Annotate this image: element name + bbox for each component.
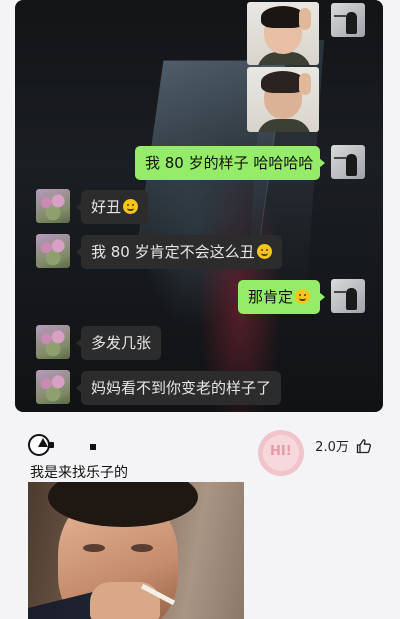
avatar-badge — [48, 442, 54, 448]
message-text: 多发几张 — [91, 334, 152, 352]
crying-man-meme[interactable] — [28, 482, 244, 619]
my-avatar[interactable] — [331, 3, 365, 37]
message-text: 我 80 岁肯定不会这么丑 — [91, 243, 255, 261]
chat-screenshot: 我 80 岁的样子 哈哈哈哈 好丑 我 80 岁肯定不会这么丑 那肯定 多发几张… — [15, 0, 383, 412]
message-bubble-received[interactable]: 我 80 岁肯定不会这么丑 — [76, 235, 282, 269]
mom-avatar[interactable] — [36, 325, 70, 359]
mom-avatar[interactable] — [36, 189, 70, 223]
sent-photo[interactable] — [247, 2, 319, 65]
message-bubble-received[interactable]: 好丑 — [75, 190, 149, 224]
thumbs-up-icon — [356, 439, 372, 454]
sent-photo-aged[interactable] — [247, 67, 319, 132]
stamp-decoration: HI! — [258, 430, 304, 476]
stamp-text: HI! — [270, 444, 292, 459]
like-count: 2.0万 — [315, 440, 349, 455]
commenter-name[interactable] — [90, 444, 96, 450]
smile-emoji — [123, 199, 139, 214]
my-avatar[interactable] — [331, 279, 365, 313]
message-bubble-received[interactable]: 多发几张 — [75, 326, 162, 360]
grin-emoji — [256, 244, 272, 259]
message-bubble-sent[interactable]: 那肯定 — [238, 280, 326, 314]
my-avatar[interactable] — [331, 145, 365, 179]
commenter-avatar[interactable] — [28, 434, 50, 456]
message-text: 我 80 岁的样子 哈哈哈哈 — [145, 154, 314, 172]
mom-avatar[interactable] — [36, 370, 70, 404]
comment: HI! 2.0万 我是来找乐子的 — [0, 412, 400, 619]
message-text: 那肯定 — [248, 288, 294, 306]
mom-avatar[interactable] — [36, 234, 70, 268]
message-bubble-sent[interactable]: 我 80 岁的样子 哈哈哈哈 — [135, 146, 325, 180]
smile-emoji — [295, 289, 311, 304]
message-text: 好丑 — [91, 198, 122, 216]
message-text: 妈妈看不到你变老的样子了 — [91, 379, 272, 397]
message-bubble-received[interactable]: 妈妈看不到你变老的样子了 — [75, 371, 282, 405]
comment-text: 我是来找乐子的 — [30, 465, 128, 481]
like-button[interactable]: 2.0万 — [315, 436, 372, 455]
